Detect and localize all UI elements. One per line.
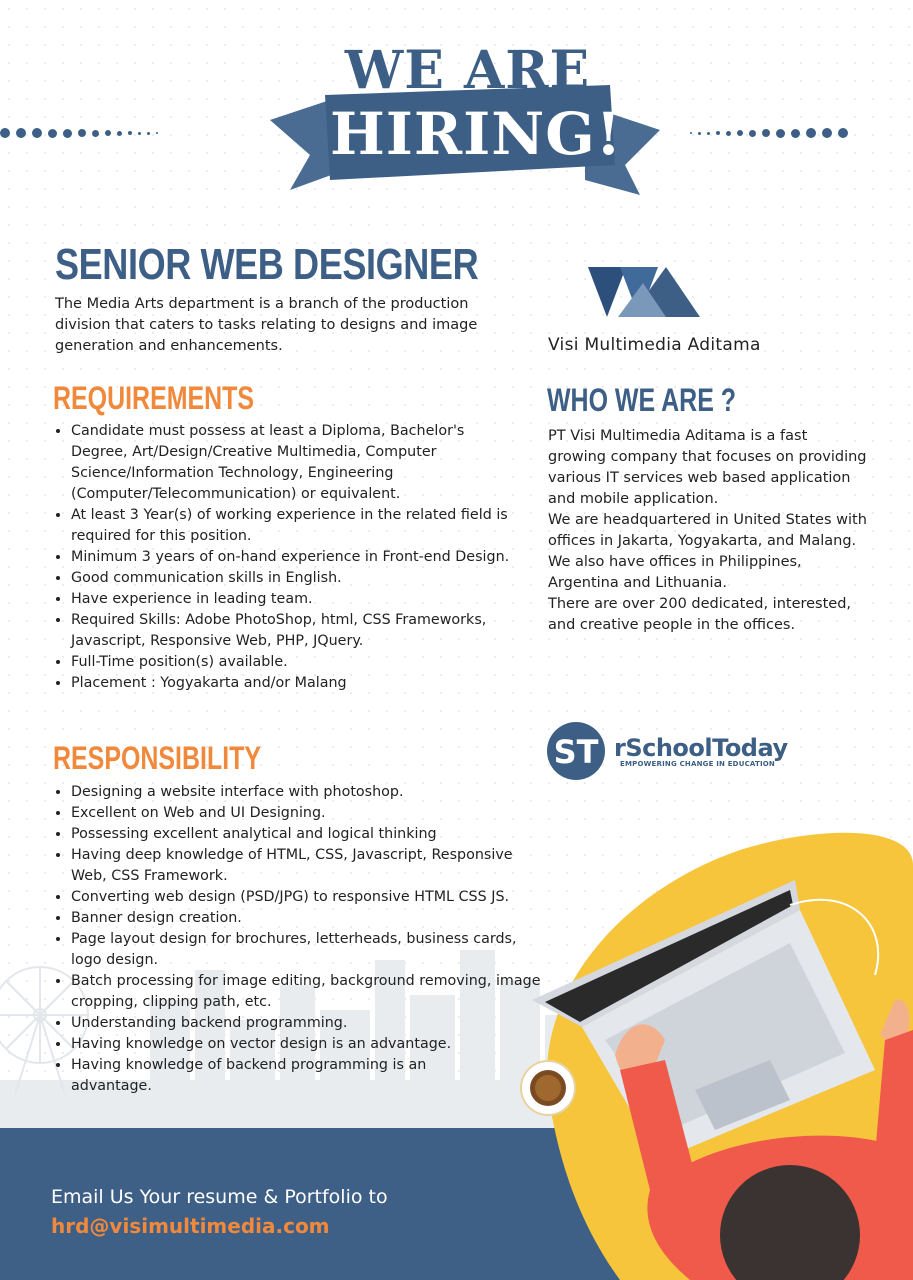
hiring-title-line1: WE ARE — [344, 40, 591, 101]
list-item: Minimum 3 years of on-hand experience in… — [71, 547, 511, 568]
who-paragraph: PT Visi Multimedia Aditama is a fast gro… — [548, 428, 867, 507]
list-item: Good communication skills in English. — [71, 568, 511, 589]
who-paragraph: There are over 200 dedicated, interested… — [548, 596, 852, 633]
list-item: Having deep knowledge of HTML, CSS, Java… — [71, 845, 546, 887]
dot-divider-left — [0, 125, 158, 141]
list-item: Required Skills: Adobe PhotoShop, html, … — [71, 610, 511, 652]
partner-logo-icon: ST — [547, 722, 605, 780]
coffee-cup-icon — [520, 1060, 576, 1116]
list-item: Placement : Yogyakarta and/or Malang — [71, 673, 511, 694]
dot-divider-right — [690, 125, 848, 141]
list-item: Having knowledge on vector design is an … — [71, 1034, 546, 1055]
partner-tagline: EMPOWERING CHANGE IN EDUCATION — [620, 760, 775, 768]
list-item: Designing a website interface with photo… — [71, 782, 546, 803]
list-item: Have experience in leading team. — [71, 589, 511, 610]
hiring-title-line2: HIRING! — [330, 100, 623, 168]
list-item: Candidate must possess at least a Diplom… — [71, 421, 511, 505]
footer-email-link[interactable]: hrd@visimultimedia.com — [51, 1214, 330, 1238]
responsibility-list: Designing a website interface with photo… — [55, 782, 546, 1097]
list-item: Page layout design for brochures, letter… — [71, 929, 546, 971]
list-item: Batch processing for image editing, back… — [71, 971, 546, 1013]
responsibility-heading: RESPONSIBILITY — [53, 740, 262, 776]
who-paragraph: We are headquartered in United States wi… — [548, 512, 867, 549]
partner-monogram: ST — [554, 733, 599, 771]
partner-name: rSchoolToday — [614, 734, 788, 762]
list-item: Banner design creation. — [71, 908, 546, 929]
list-item: Converting web design (PSD/JPG) to respo… — [71, 887, 546, 908]
who-paragraph: We also have offices in Philippines, Arg… — [548, 554, 802, 591]
company-logo — [588, 267, 700, 317]
laptop-illustration — [520, 832, 913, 1280]
who-we-are-text: PT Visi Multimedia Aditama is a fast gro… — [548, 426, 868, 636]
footer-cta: Email Us Your resume & Portfolio to — [51, 1186, 388, 1208]
list-item: Excellent on Web and UI Designing. — [71, 803, 546, 824]
list-item: Full-Time position(s) available. — [71, 652, 511, 673]
requirements-list: Candidate must possess at least a Diplom… — [55, 421, 511, 694]
job-title: SENIOR WEB DESIGNER — [55, 240, 479, 289]
who-we-are-heading: WHO WE ARE ? — [547, 382, 737, 418]
company-name: Visi Multimedia Aditama — [548, 335, 761, 355]
list-item: Possessing excellent analytical and logi… — [71, 824, 546, 845]
list-item: Understanding backend programming. — [71, 1013, 546, 1034]
requirements-heading: REQUIREMENTS — [53, 380, 255, 416]
list-item: At least 3 Year(s) of working experience… — [71, 505, 511, 547]
job-intro: The Media Arts department is a branch of… — [55, 296, 478, 354]
list-item: Having knowledge of backend programming … — [71, 1055, 431, 1097]
